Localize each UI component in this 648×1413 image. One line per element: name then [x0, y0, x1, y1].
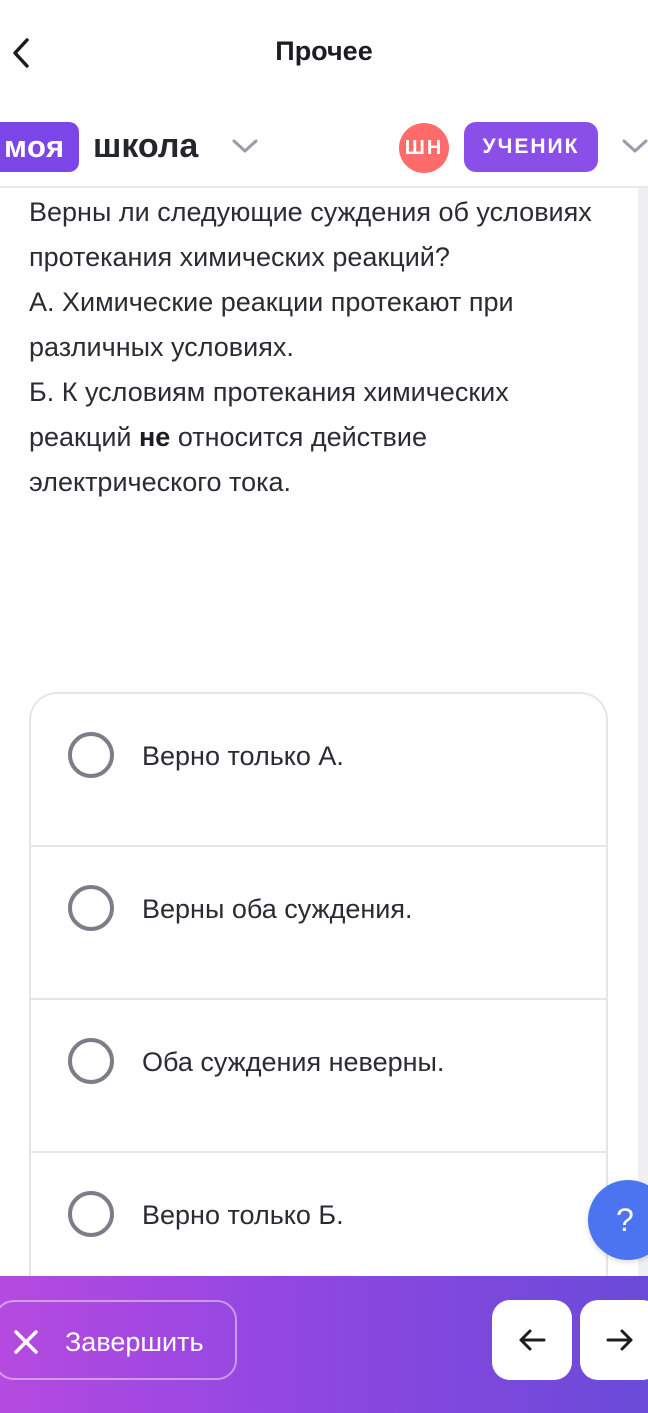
- brand-logo-moya: моя: [0, 122, 79, 172]
- answer-label: Верно только А.: [142, 741, 344, 771]
- answer-option[interactable]: Верно только А.: [31, 694, 606, 847]
- answer-option[interactable]: Оба суждения неверны.: [31, 1000, 606, 1153]
- answer-label: Верны оба суждения.: [142, 894, 413, 924]
- radio-button[interactable]: [68, 1191, 114, 1237]
- user-avatar[interactable]: ШН: [399, 123, 449, 173]
- next-question-button[interactable]: [580, 1300, 648, 1380]
- test-page: Прочее моя школа ШН УЧЕНИК Верны ли след…: [0, 0, 648, 1413]
- chevron-down-icon[interactable]: [232, 138, 258, 154]
- statement-a: А. Химические реакции протекают при разл…: [29, 287, 514, 362]
- finish-label: Завершить: [65, 1327, 204, 1357]
- answer-label: Верно только Б.: [142, 1200, 344, 1230]
- close-icon: [14, 1330, 38, 1354]
- previous-question-button[interactable]: [492, 1300, 572, 1380]
- arrow-right-icon: [606, 1329, 633, 1351]
- radio-button[interactable]: [68, 885, 114, 931]
- bottom-action-bar: Завершить: [0, 1276, 648, 1413]
- answer-option[interactable]: Верны оба суждения.: [31, 847, 606, 1000]
- statement-b-emphasis: не: [139, 422, 171, 452]
- answer-options: Верно только А. Верны оба суждения. Оба …: [29, 692, 608, 1312]
- radio-button[interactable]: [68, 1038, 114, 1084]
- answer-label: Оба суждения неверны.: [142, 1047, 445, 1077]
- question-text: Верны ли следующие суждения об условиях …: [29, 190, 609, 505]
- page-title: Прочее: [275, 36, 373, 66]
- finish-button[interactable]: Завершить: [0, 1300, 237, 1380]
- role-badge[interactable]: УЧЕНИК: [464, 122, 598, 172]
- brand-header: моя школа ШН УЧЕНИК: [0, 104, 648, 188]
- question-intro: Верны ли следующие суждения об условиях …: [29, 197, 592, 272]
- radio-button[interactable]: [68, 732, 114, 778]
- chevron-down-icon[interactable]: [622, 138, 648, 154]
- brand-logo-shkola: школа: [93, 127, 199, 165]
- arrow-left-icon: [519, 1329, 546, 1351]
- statement-b: Б. К условиям протекания химических реак…: [29, 370, 609, 505]
- scrollbar[interactable]: [638, 188, 648, 1278]
- top-navigation-bar: Прочее: [0, 0, 648, 104]
